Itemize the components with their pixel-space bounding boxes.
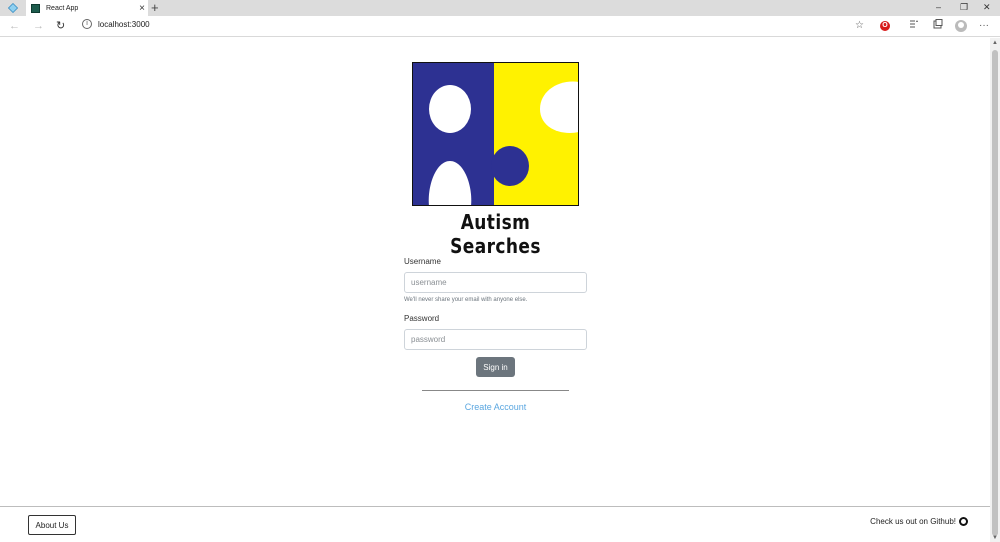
brand-title: Autism Searches [450,210,541,258]
favorites-list-icon[interactable] [909,19,919,34]
forward-icon[interactable]: → [33,19,44,33]
divider [422,390,569,391]
extension-icon[interactable] [0,0,26,16]
browser-toolbar: ← → ↻ i localhost:3000 ☆ O ··· [0,16,1000,37]
password-input[interactable] [404,329,587,350]
profile-avatar[interactable] [955,20,967,32]
address-bar[interactable]: localhost:3000 [98,20,150,29]
footer-divider [0,506,990,507]
scroll-down-icon[interactable]: ▼ [992,535,998,541]
reload-icon[interactable]: ↻ [56,19,65,33]
username-label: Username [404,257,441,266]
sign-in-button[interactable]: Sign in [476,357,515,377]
page-scrollbar[interactable]: ▲ ▼ [990,38,1000,542]
new-tab-icon[interactable]: + [151,1,159,15]
tab-strip: React App × + – ❐ ✕ [0,0,1000,17]
about-us-button[interactable]: About Us [28,515,76,535]
restore-icon[interactable]: ❐ [960,1,968,13]
tab-title: React App [46,5,79,12]
browser-tab[interactable]: React App × [26,0,148,17]
github-link[interactable]: Check us out on Github! [870,517,968,526]
more-menu-icon[interactable]: ··· [979,19,989,33]
react-app-favicon-icon [31,4,40,13]
username-input[interactable] [404,272,587,293]
opera-extension-icon[interactable]: O [880,21,890,31]
create-account-link[interactable]: Create Account [422,402,569,412]
username-hint: We'll never share your email with anyone… [404,297,528,303]
password-label: Password [404,314,440,323]
autism-puzzle-logo [412,62,579,206]
github-link-text: Check us out on Github! [870,517,956,526]
page-viewport: Autism Searches Username We'll never sha… [0,38,990,542]
site-info-icon[interactable]: i [82,19,92,29]
collections-icon[interactable] [933,19,943,34]
scroll-up-icon[interactable]: ▲ [992,40,998,46]
minimize-icon[interactable]: – [936,1,941,13]
back-icon[interactable]: ← [9,19,20,33]
scroll-thumb[interactable] [992,50,998,536]
github-icon [959,517,968,526]
favorite-star-icon[interactable]: ☆ [855,19,864,33]
tab-close-icon[interactable]: × [136,3,148,14]
window-close-icon[interactable]: ✕ [983,1,991,13]
